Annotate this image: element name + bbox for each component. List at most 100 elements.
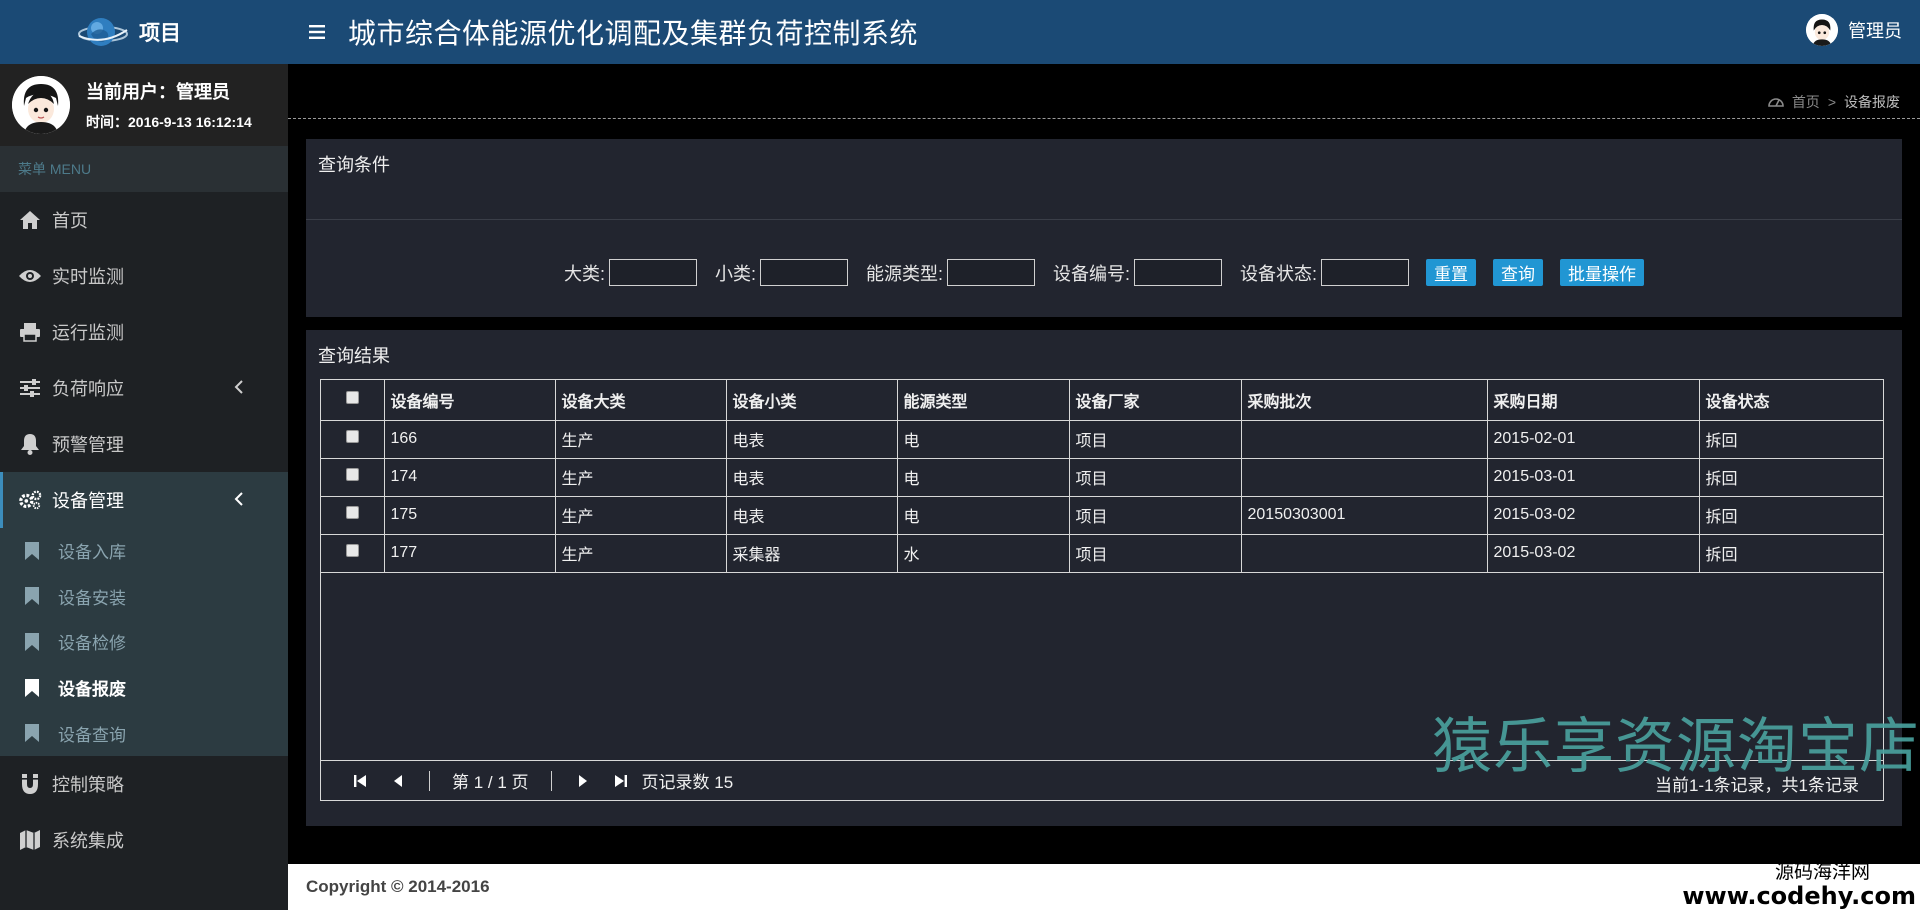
column-header[interactable]: 能源类型 — [896, 380, 1070, 421]
search-button[interactable]: 查询 — [1493, 259, 1544, 286]
table-cell: 174 — [383, 457, 556, 497]
row-checkbox[interactable] — [321, 495, 385, 535]
table-cell: 166 — [383, 419, 556, 459]
device-id-input[interactable] — [1134, 259, 1223, 286]
brand-title: 项目 — [139, 22, 181, 45]
first-page-icon[interactable] — [351, 772, 369, 790]
reset-button[interactable]: 重置 — [1426, 259, 1477, 286]
subcategory-label: 小类: — [714, 263, 756, 284]
sidebar-item-operation[interactable]: 运行监测 — [0, 304, 288, 360]
submenu-item-device-query[interactable]: 设备查询 — [0, 710, 288, 756]
table-cell: 项目 — [1068, 495, 1242, 535]
breadcrumb-home-link[interactable]: 首页 — [1792, 92, 1820, 112]
row-checkbox[interactable] — [321, 457, 385, 497]
table-cell: 电 — [896, 457, 1070, 497]
table-cell: 拆回 — [1698, 457, 1883, 497]
energy-type-label: 能源类型: — [865, 263, 943, 284]
submenu-item-device-scrap[interactable]: 设备报废 — [0, 665, 288, 711]
watermark-text: 猿乐享资源淘宝店 — [1432, 713, 1920, 780]
login-time: 时间：2016-9-13 16:12:14 — [86, 114, 252, 130]
sidebar: 项目 当前用户：管理员 时间：2016-9-13 16:12:14 菜单 MEN… — [0, 0, 288, 910]
submenu-item-label: 设备安装 — [58, 588, 126, 608]
device-status-input[interactable] — [1321, 259, 1410, 286]
last-page-icon[interactable] — [612, 772, 630, 790]
brand-logo[interactable]: 项目 — [0, 0, 288, 64]
corner-watermark-line1: 源码海洋网 — [1774, 861, 1870, 883]
sidebar-item-alarm[interactable]: 预警管理 — [0, 416, 288, 472]
table-cell: 采集器 — [725, 533, 898, 573]
bookmark-icon — [24, 723, 42, 743]
column-header[interactable]: 采购日期 — [1486, 380, 1700, 421]
table-row[interactable]: 174 生产 电表 电 项目 2015-03-01 拆回 — [321, 457, 1883, 497]
table-row[interactable]: 177 生产 采集器 水 项目 2015-03-02 拆回 — [321, 533, 1883, 573]
submenu-item-device-storage[interactable]: 设备入库 — [0, 528, 288, 574]
sidebar-item-label: 设备管理 — [52, 491, 124, 511]
corner-watermark: 源码海洋网 www.codehy.com — [1682, 857, 1916, 908]
category-input[interactable] — [608, 259, 697, 286]
column-header[interactable]: 设备小类 — [725, 380, 898, 421]
submenu-item-device-install[interactable]: 设备安装 — [0, 574, 288, 620]
row-checkbox[interactable] — [321, 419, 385, 459]
table-cell: 电表 — [725, 495, 898, 535]
table-cell: 电 — [896, 495, 1070, 535]
table-cell: 175 — [383, 495, 556, 535]
sidebar-item-label: 控制策略 — [52, 774, 124, 795]
table-cell: 2015-03-01 — [1486, 457, 1700, 497]
sidebar-item-device-management[interactable]: 设备管理 — [0, 472, 288, 528]
column-header[interactable]: 设备厂家 — [1068, 380, 1242, 421]
batch-operation-button[interactable]: 批量操作 — [1560, 259, 1645, 286]
page-size-label: 页记录数 15 — [641, 773, 734, 792]
table-cell: 项目 — [1068, 457, 1242, 497]
table-cell: 生产 — [554, 419, 727, 459]
row-checkbox[interactable] — [321, 533, 385, 573]
submenu-item-label: 设备入库 — [58, 543, 126, 563]
sidebar-item-label: 实时监测 — [52, 267, 124, 287]
query-panel: 查询条件 大类: 小类: 能源类型: 设备编号: 设备状态: 重置 查询 批量操… — [306, 139, 1902, 317]
bookmark-icon — [24, 678, 42, 698]
select-all-checkbox[interactable] — [321, 380, 385, 421]
bookmark-icon — [24, 541, 42, 561]
sidebar-item-control-strategy[interactable]: 控制策略 — [0, 756, 288, 812]
device-submenu: 设备入库 设备安装 设备检修 设备报废 设备查询 — [0, 528, 288, 756]
query-form: 大类: 小类: 能源类型: 设备编号: 设备状态: 重置 查询 批量操作 — [306, 259, 1902, 286]
table-row[interactable]: 175 生产 电表 电 项目 20150303001 2015-03-02 拆回 — [321, 495, 1883, 535]
table-cell: 生产 — [554, 457, 727, 497]
current-user: 当前用户：管理员 — [86, 82, 230, 102]
submenu-item-device-repair[interactable]: 设备检修 — [0, 619, 288, 665]
device-status-label: 设备状态: — [1240, 263, 1318, 284]
sidebar-item-home[interactable]: 首页 — [0, 192, 288, 248]
sidebar-item-load-response[interactable]: 负荷响应 — [0, 360, 288, 416]
top-bar: 城市综合体能源优化调配及集群负荷控制系统 管理员 — [288, 0, 1920, 64]
sidebar-item-label: 预警管理 — [52, 435, 124, 455]
energy-type-input[interactable] — [947, 259, 1035, 286]
magnet-icon — [18, 772, 42, 796]
table-cell: 项目 — [1068, 533, 1242, 573]
breadcrumb-current: 设备报废 — [1844, 94, 1900, 110]
prev-page-icon[interactable] — [389, 772, 407, 790]
sidebar-item-system-integration[interactable]: 系统集成 — [0, 812, 288, 868]
table-cell: 2015-03-02 — [1486, 533, 1700, 573]
table-cell: 电表 — [725, 419, 898, 459]
chevron-left-icon — [234, 379, 244, 400]
column-header[interactable]: 设备编号 — [383, 380, 556, 421]
submenu-item-label: 设备报废 — [58, 680, 126, 700]
table-cell: 拆回 — [1698, 419, 1883, 459]
table-cell: 项目 — [1068, 419, 1242, 459]
column-header[interactable]: 采购批次 — [1240, 380, 1488, 421]
column-header[interactable]: 设备大类 — [554, 380, 727, 421]
avatar — [1806, 14, 1838, 46]
sidebar-item-label: 系统集成 — [52, 830, 124, 851]
table-cell: 2015-02-01 — [1486, 419, 1700, 459]
app-title: 城市综合体能源优化调配及集群负荷控制系统 — [348, 18, 919, 49]
eye-icon — [18, 264, 42, 288]
next-page-icon[interactable] — [574, 772, 592, 790]
column-header[interactable]: 设备状态 — [1698, 380, 1883, 421]
sidebar-item-realtime[interactable]: 实时监测 — [0, 248, 288, 304]
menu-header: 菜单 MENU — [0, 146, 288, 192]
table-row[interactable]: 166 生产 电表 电 项目 2015-02-01 拆回 — [321, 419, 1883, 459]
top-user-name: 管理员 — [1848, 21, 1902, 41]
top-user-menu[interactable]: 管理员 — [1806, 14, 1902, 46]
subcategory-input[interactable] — [759, 259, 848, 286]
breadcrumb-separator: > — [1827, 94, 1836, 110]
hamburger-menu-icon[interactable] — [288, 0, 348, 64]
